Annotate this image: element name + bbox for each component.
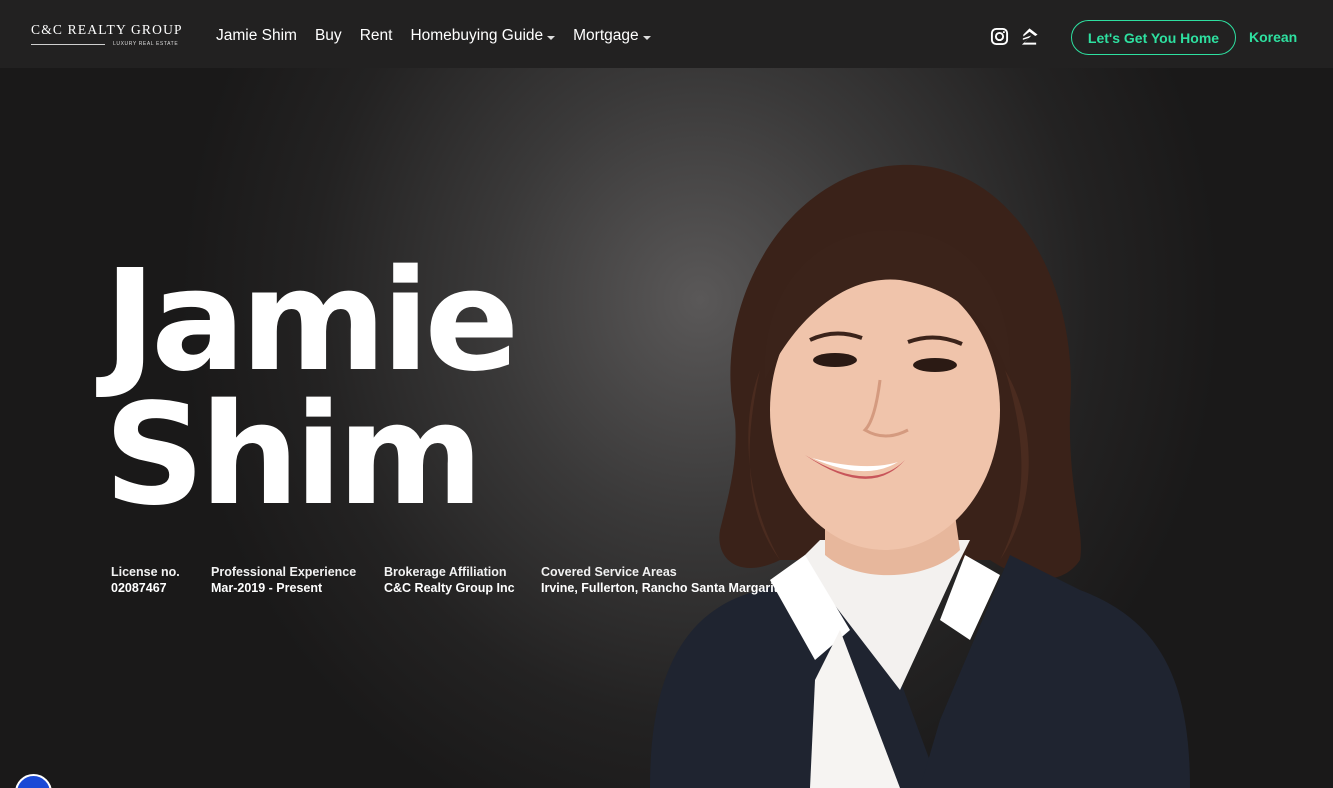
agent-first-name: Jamie — [104, 240, 519, 403]
logo-divider — [31, 44, 105, 45]
nav-item-label: Buy — [314, 27, 342, 44]
detail-value: 02087467 — [111, 581, 167, 595]
zillow-icon[interactable] — [1020, 27, 1039, 46]
agent-portrait — [650, 164, 1190, 788]
detail-value: Mar-2019 - Present — [211, 581, 323, 595]
nav-item-label: Jamie Shim — [216, 27, 297, 44]
detail-experience: Professional Experience Mar-2019 - Prese… — [211, 564, 356, 596]
nav-item-label: Mortgage — [573, 27, 639, 44]
detail-brokerage: Brokerage Affiliation C&C Realty Group I… — [384, 564, 515, 596]
detail-label: Brokerage Affiliation — [384, 565, 507, 579]
instagram-icon[interactable] — [990, 27, 1009, 46]
agent-name-heading: Jamie Shim — [104, 240, 519, 537]
detail-value: C&C Realty Group Inc — [384, 581, 515, 595]
detail-service-areas: Covered Service Areas Irvine, Fullerton,… — [541, 564, 785, 596]
detail-value: Irvine, Fullerton, Rancho Santa Margarit… — [541, 581, 785, 595]
detail-label: Professional Experience — [211, 565, 357, 579]
detail-label: Covered Service Areas — [541, 565, 677, 579]
chevron-down-icon — [547, 35, 556, 40]
nav-item-rent[interactable]: Rent — [360, 27, 393, 45]
top-nav: C&C REALTY GROUP LUXURY REAL ESTATE Jami… — [0, 0, 1333, 68]
nav-item-homebuying-guide[interactable]: Homebuying Guide — [410, 27, 556, 45]
logo-wordmark: C&C REALTY GROUP — [31, 22, 183, 37]
nav-item-label: Rent — [359, 27, 393, 44]
nav-item-buy[interactable]: Buy — [315, 27, 342, 45]
logo-tagline: LUXURY REAL ESTATE — [113, 41, 179, 47]
chevron-down-icon — [642, 35, 651, 40]
get-you-home-button[interactable]: Let's Get You Home — [1071, 20, 1236, 55]
nav-item-label: Homebuying Guide — [410, 27, 544, 44]
main-menu: Jamie Shim Buy Rent Homebuying Guide Mor… — [216, 27, 651, 45]
agent-last-name: Shim — [104, 374, 483, 537]
nav-item-agent[interactable]: Jamie Shim — [216, 27, 297, 45]
detail-label: License no. — [111, 565, 180, 579]
company-logo[interactable]: C&C REALTY GROUP LUXURY REAL ESTATE — [31, 22, 187, 50]
nav-item-mortgage[interactable]: Mortgage — [573, 27, 651, 45]
language-toggle-link[interactable]: Korean — [1249, 29, 1297, 45]
detail-license: License no. 02087467 — [111, 564, 180, 596]
